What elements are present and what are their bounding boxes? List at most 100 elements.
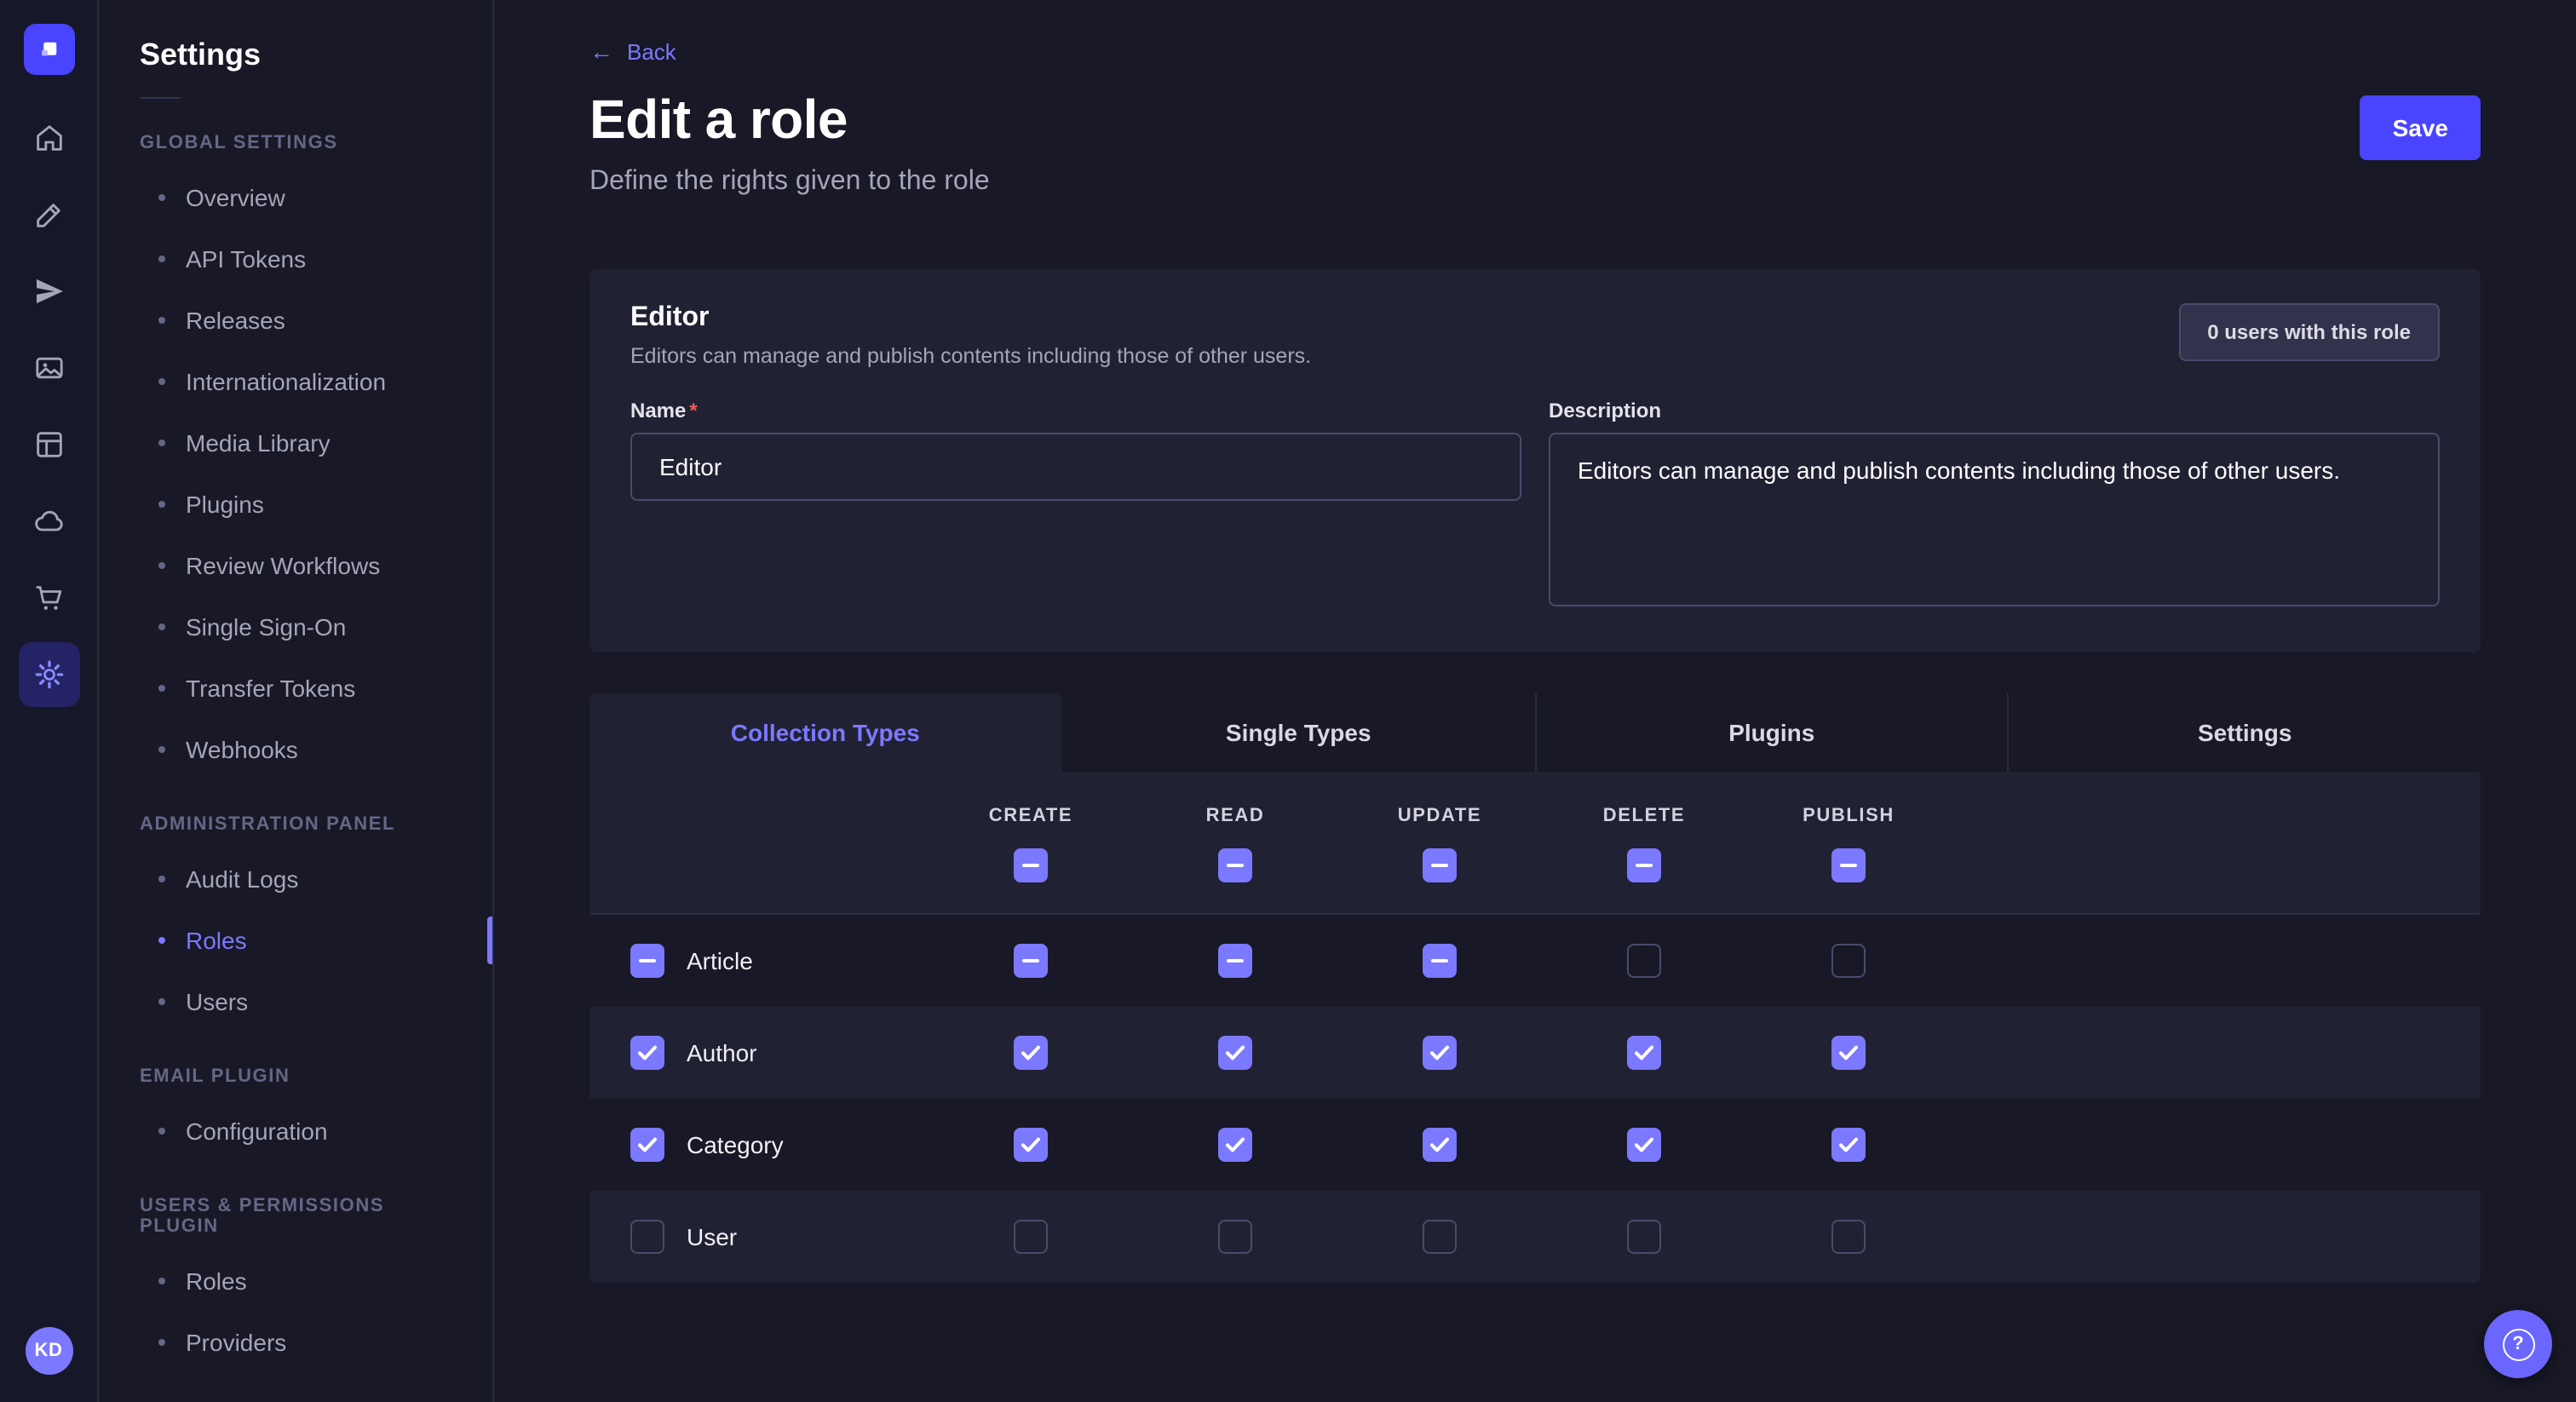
user-read-checkbox[interactable]: [1218, 1220, 1252, 1254]
category-delete-checkbox[interactable]: [1627, 1128, 1661, 1162]
select-all-delete-checkbox[interactable]: [1627, 848, 1661, 882]
sidebar-item-overview[interactable]: Overview: [99, 167, 492, 228]
article-publish-checkbox[interactable]: [1831, 944, 1866, 978]
sidebar-item-users[interactable]: Users: [99, 971, 492, 1032]
sidebar-item-single-sign-on[interactable]: Single Sign-On: [99, 596, 492, 658]
category-publish-checkbox[interactable]: [1831, 1128, 1866, 1162]
bullet-icon: [158, 562, 165, 569]
content-type-label: User: [687, 1223, 737, 1250]
sidebar-item-plugins[interactable]: Plugins: [99, 474, 492, 535]
sidebar-item-label: Transfer Tokens: [186, 675, 355, 702]
main-content: ← Back Edit a role Define the rights giv…: [494, 0, 2576, 1402]
article-update-checkbox[interactable]: [1423, 944, 1457, 978]
column-header-update: UPDATE: [1337, 806, 1542, 882]
sidebar-item-media-library[interactable]: Media Library: [99, 412, 492, 474]
content-type-label: Category: [687, 1131, 784, 1158]
select-all-publish-checkbox[interactable]: [1831, 848, 1866, 882]
sidebar-item-audit-logs[interactable]: Audit Logs: [99, 848, 492, 910]
author-read-checkbox[interactable]: [1218, 1036, 1252, 1070]
marketplace-icon[interactable]: [18, 566, 79, 630]
description-textarea[interactable]: Editors can manage and publish contents …: [1549, 433, 2440, 606]
author-delete-checkbox[interactable]: [1627, 1036, 1661, 1070]
strapi-logo-glyph: [33, 34, 64, 65]
user-publish-checkbox[interactable]: [1831, 1220, 1866, 1254]
permission-cell: [1337, 1128, 1542, 1162]
permission-cell: [1746, 1220, 1951, 1254]
select-row-author-checkbox[interactable]: [630, 1036, 664, 1070]
releases-icon[interactable]: [18, 259, 79, 324]
cloud-icon[interactable]: [18, 489, 79, 554]
bullet-icon: [158, 1339, 165, 1346]
sidebar-item-review-workflows[interactable]: Review Workflows: [99, 535, 492, 596]
category-create-checkbox[interactable]: [1014, 1128, 1048, 1162]
media-library-icon[interactable]: [18, 336, 79, 400]
article-read-checkbox[interactable]: [1218, 944, 1252, 978]
role-card-header: Editor Editors can manage and publish co…: [630, 303, 2440, 368]
name-label: Name*: [630, 399, 1521, 422]
sidebar-item-api-tokens[interactable]: API Tokens: [99, 228, 492, 290]
select-all-read-checkbox[interactable]: [1218, 848, 1252, 882]
row-label-cell: Author: [630, 1036, 929, 1070]
tab-single-types[interactable]: Single Types: [1061, 693, 1535, 772]
bullet-icon: [158, 623, 165, 630]
sidebar-item-label: Users: [186, 988, 248, 1015]
user-update-checkbox[interactable]: [1423, 1220, 1457, 1254]
settings-gear-icon[interactable]: [18, 642, 79, 707]
content-type-builder-icon[interactable]: [18, 182, 79, 247]
question-mark-icon: ?: [2502, 1328, 2534, 1360]
help-button[interactable]: ?: [2484, 1310, 2552, 1378]
sidebar-item-label: Roles: [186, 927, 247, 954]
content-type-label: Article: [687, 947, 753, 974]
permission-cell: [929, 1128, 1133, 1162]
required-asterisk: *: [689, 399, 697, 422]
select-row-article-checkbox[interactable]: [630, 944, 664, 978]
content-manager-icon[interactable]: [18, 412, 79, 477]
permission-cell: [1542, 1220, 1746, 1254]
sidebar-item-releases[interactable]: Releases: [99, 290, 492, 351]
author-create-checkbox[interactable]: [1014, 1036, 1048, 1070]
sidebar-item-label: Providers: [186, 1329, 286, 1356]
sidebar-item-roles[interactable]: Roles: [99, 1250, 492, 1312]
sidebar-item-label: Single Sign-On: [186, 613, 346, 641]
sidebar-item-label: Audit Logs: [186, 865, 298, 893]
bullet-icon: [158, 440, 165, 446]
save-button[interactable]: Save: [2360, 95, 2481, 160]
select-all-update-checkbox[interactable]: [1423, 848, 1457, 882]
select-all-create-checkbox[interactable]: [1014, 848, 1048, 882]
sidebar-item-label: Overview: [186, 184, 285, 211]
user-avatar[interactable]: KD: [25, 1327, 72, 1375]
sidebar-item-label: API Tokens: [186, 245, 306, 273]
users-with-role-button[interactable]: 0 users with this role: [2178, 303, 2440, 361]
row-label-cell: Article: [630, 944, 929, 978]
sidebar-item-transfer-tokens[interactable]: Transfer Tokens: [99, 658, 492, 719]
bullet-icon: [158, 501, 165, 508]
select-row-user-checkbox[interactable]: [630, 1220, 664, 1254]
category-update-checkbox[interactable]: [1423, 1128, 1457, 1162]
author-publish-checkbox[interactable]: [1831, 1036, 1866, 1070]
back-link[interactable]: ← Back: [589, 38, 676, 64]
role-title: Editor: [630, 303, 1311, 334]
permission-cell: [1542, 1036, 1746, 1070]
tab-settings[interactable]: Settings: [2008, 693, 2481, 772]
article-create-checkbox[interactable]: [1014, 944, 1048, 978]
tab-collection-types[interactable]: Collection Types: [589, 693, 1061, 772]
article-delete-checkbox[interactable]: [1627, 944, 1661, 978]
sidebar-item-roles[interactable]: Roles: [99, 910, 492, 971]
main-nav-rail: KD: [0, 0, 99, 1402]
sidebar-item-label: Webhooks: [186, 736, 298, 763]
permission-cell: [1337, 944, 1542, 978]
author-update-checkbox[interactable]: [1423, 1036, 1457, 1070]
sidebar-item-configuration[interactable]: Configuration: [99, 1100, 492, 1162]
tab-plugins[interactable]: Plugins: [1534, 693, 2008, 772]
user-delete-checkbox[interactable]: [1627, 1220, 1661, 1254]
home-icon[interactable]: [18, 106, 79, 170]
name-input[interactable]: [630, 433, 1521, 501]
category-read-checkbox[interactable]: [1218, 1128, 1252, 1162]
strapi-logo[interactable]: [23, 24, 74, 75]
select-row-category-checkbox[interactable]: [630, 1128, 664, 1162]
bullet-icon: [158, 876, 165, 882]
sidebar-item-webhooks[interactable]: Webhooks: [99, 719, 492, 780]
sidebar-item-internationalization[interactable]: Internationalization: [99, 351, 492, 412]
sidebar-item-providers[interactable]: Providers: [99, 1312, 492, 1373]
user-create-checkbox[interactable]: [1014, 1220, 1048, 1254]
